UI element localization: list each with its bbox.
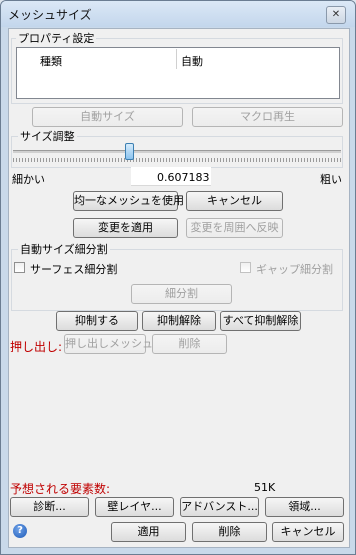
extrude-label: 押し出し:	[10, 340, 63, 354]
size-cancel-button[interactable]: キャンセル	[186, 191, 283, 211]
gap-refine-checkbox[interactable]	[240, 262, 251, 273]
size-value: 0.607183	[157, 171, 210, 184]
region-button[interactable]: 領域...	[265, 497, 344, 517]
slider-track[interactable]	[13, 150, 341, 153]
macro-play-button[interactable]: マクロ再生	[192, 107, 343, 127]
extrude-mesh-button[interactable]: 押し出しメッシュ	[64, 334, 153, 354]
unsuppress-all-button[interactable]: すべて抑制解除	[220, 311, 301, 331]
expected-elements-value: 51K	[254, 481, 276, 494]
slider-ticks	[13, 146, 341, 162]
surface-refine-checkbox[interactable]	[14, 262, 25, 273]
suppress-button[interactable]: 抑制する	[56, 311, 138, 331]
size-adjust-group-label: サイズ調整	[18, 128, 77, 144]
unsuppress-button[interactable]: 抑制解除	[142, 311, 216, 331]
properties-list[interactable]	[16, 47, 340, 99]
apply-button[interactable]: 適用	[111, 522, 186, 542]
uniform-mesh-button[interactable]: 均一なメッシュを使用	[73, 191, 184, 211]
close-button[interactable]: ✕	[326, 6, 346, 24]
refine-button[interactable]: 細分割	[131, 284, 232, 304]
expected-elements-label: 予想される要素数:	[10, 482, 111, 496]
extrude-delete-button[interactable]: 削除	[152, 334, 227, 354]
auto-size-button[interactable]: 自動サイズ	[32, 107, 183, 127]
delete-button[interactable]: 削除	[192, 522, 267, 542]
properties-group-label: プロパティ設定	[16, 30, 97, 46]
gap-refine-label: ギャップ細分割	[256, 263, 333, 276]
column-header-auto: 自動	[181, 55, 203, 68]
help-icon[interactable]: ?	[13, 524, 27, 538]
auto-refine-group-label: 自動サイズ細分割	[18, 241, 110, 257]
window-title: メッシュサイズ	[8, 8, 92, 22]
coarse-label: 粗い	[320, 173, 342, 186]
column-divider	[176, 49, 177, 69]
cancel-button[interactable]: キャンセル	[272, 522, 344, 542]
reflect-change-button[interactable]: 変更を周囲へ反映	[186, 218, 283, 238]
apply-change-button[interactable]: 変更を適用	[73, 218, 178, 238]
column-header-type: 種類	[40, 55, 62, 68]
advanced-button[interactable]: アドバンスト...	[180, 497, 259, 517]
wall-layer-button[interactable]: 壁レイヤ...	[95, 497, 174, 517]
diagnose-button[interactable]: 診断...	[10, 497, 89, 517]
slider-thumb[interactable]	[125, 143, 134, 160]
surface-refine-label: サーフェス細分割	[30, 263, 118, 276]
fine-label: 細かい	[12, 173, 45, 186]
